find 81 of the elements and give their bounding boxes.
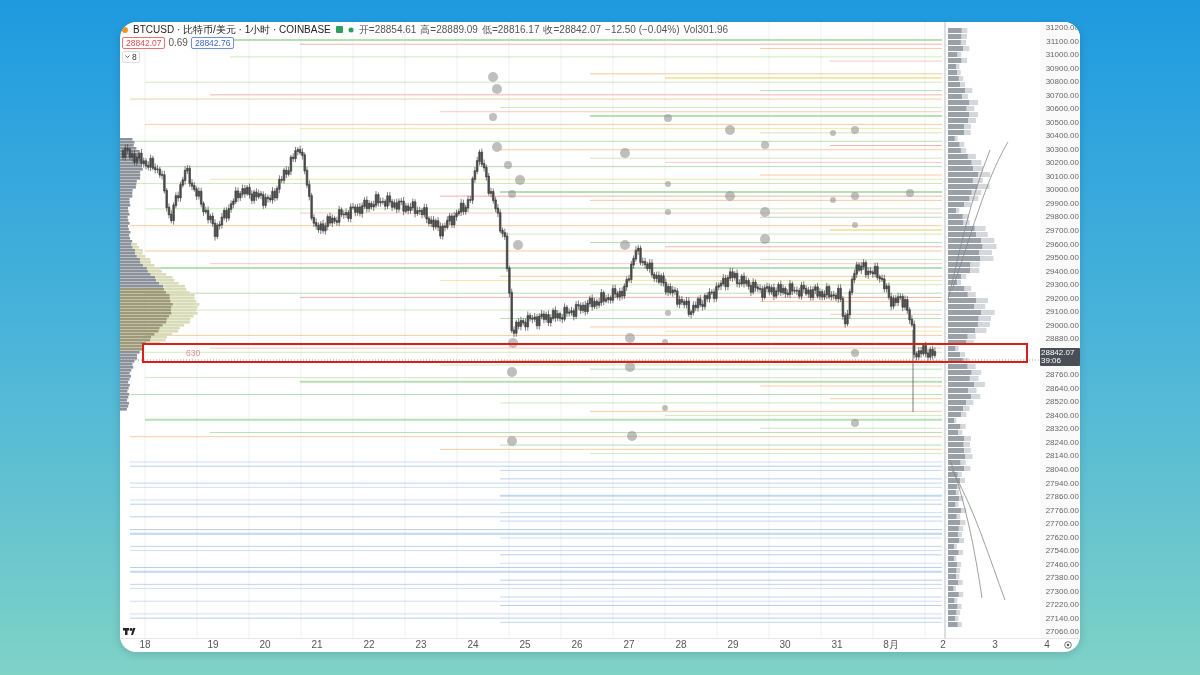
date-label: 30 [779, 639, 791, 651]
date-label: 3 [992, 639, 998, 651]
date-label: 18 [139, 639, 151, 651]
date-label: 2 [940, 639, 946, 651]
price-label: 27700.00 [1044, 519, 1080, 529]
date-label: 26 [571, 639, 583, 651]
price-label: 29900.00 [1044, 198, 1080, 208]
price-label: 28400.00 [1044, 410, 1080, 420]
price-label: 30800.00 [1044, 77, 1080, 87]
square-icon [335, 26, 343, 33]
current-price-tag: 28842.07 39:06 [1040, 347, 1080, 366]
ohlc-value: 高=28889.09 [420, 22, 478, 37]
price-label: 31100.00 [1045, 36, 1080, 46]
price-label: 27060.00 [1044, 627, 1080, 637]
date-label: 27 [623, 639, 635, 651]
price-label: 29800.00 [1044, 212, 1080, 222]
ohlc-value: −12.50 (−0.04%) [605, 24, 680, 35]
settings-icon[interactable] [1064, 641, 1072, 649]
price-label: 30200.00 [1044, 158, 1080, 168]
price-label: 29500.00 [1044, 253, 1080, 263]
price-label: 29700.00 [1044, 225, 1080, 235]
chevron-icon [125, 54, 130, 59]
ohlc-value: Vol301.96 [683, 24, 729, 35]
symbol-title: BTCUSD · 比特币/美元 · 1小时 · COINBASE [133, 22, 331, 37]
date-label: 21 [311, 639, 323, 651]
price-label: 29400.00 [1044, 266, 1080, 276]
date-label: 19 [207, 639, 219, 651]
price-label: 27460.00 [1044, 559, 1080, 569]
price-label: 27220.00 [1044, 600, 1080, 610]
date-label: 8月 [883, 639, 899, 651]
price-label: 30600.00 [1044, 104, 1080, 114]
status-dot-icon [347, 26, 354, 33]
price-label: 31000.00 [1044, 50, 1080, 60]
price-label: 29000.00 [1044, 320, 1080, 330]
price-label: 30100.00 [1044, 171, 1080, 181]
price-label: 28240.00 [1044, 437, 1080, 447]
price-label: 30300.00 [1044, 144, 1080, 154]
date-label: 22 [363, 639, 375, 651]
buy-price-button[interactable]: 28842.76 [190, 36, 235, 49]
price-label: 28760.00 [1044, 370, 1080, 380]
coin-icon [122, 26, 128, 33]
ohlc-value: 开=28854.61 [358, 22, 417, 37]
price-label: 30500.00 [1044, 117, 1080, 127]
rectangle-label: 630 [186, 348, 201, 358]
price-label: 29100.00 [1044, 307, 1080, 317]
price-label: 28040.00 [1044, 465, 1080, 474]
price-label: 28320.00 [1044, 424, 1080, 434]
price-label: 28140.00 [1044, 451, 1080, 461]
date-label: 28 [675, 639, 687, 651]
date-label: 4 [1044, 639, 1050, 651]
ohlc-value: 低=28816.17 [481, 22, 540, 37]
price-label: 28880.00 [1044, 334, 1080, 344]
date-label: 23 [415, 639, 427, 651]
price-label: 29600.00 [1044, 239, 1080, 249]
logo-icon [123, 628, 136, 635]
date-label: 24 [467, 639, 479, 651]
price-label: 28640.00 [1044, 383, 1080, 393]
highlight-rectangle[interactable] [142, 343, 1028, 363]
price-label: 27540.00 [1044, 546, 1080, 556]
price-label: 29200.00 [1044, 293, 1080, 303]
price-label: 29300.00 [1044, 280, 1080, 290]
price-label: 27620.00 [1044, 532, 1080, 542]
price-label: 30900.00 [1044, 63, 1080, 73]
price-label: 30700.00 [1044, 90, 1080, 100]
date-label: 31 [831, 639, 843, 651]
price-label: 27380.00 [1044, 573, 1080, 583]
price-label: 27940.00 [1044, 478, 1080, 488]
date-label: 20 [259, 639, 271, 651]
price-label: 27300.00 [1044, 586, 1080, 596]
spread-value: 0.69 [168, 37, 188, 48]
indicators-toggle[interactable]: 8 [122, 50, 140, 63]
ohlc-value: 收=28842.07 [543, 22, 602, 37]
price-label: 27760.00 [1044, 505, 1080, 515]
price-label: 30000.00 [1044, 185, 1080, 195]
sell-price-button[interactable]: 28842.07 [122, 36, 166, 49]
date-label: 25 [519, 639, 531, 651]
price-label: 28520.00 [1044, 397, 1080, 407]
price-label: 27860.00 [1044, 492, 1080, 502]
date-label: 29 [727, 639, 739, 651]
price-label: 30400.00 [1044, 131, 1080, 141]
price-label: 27140.00 [1044, 613, 1080, 623]
